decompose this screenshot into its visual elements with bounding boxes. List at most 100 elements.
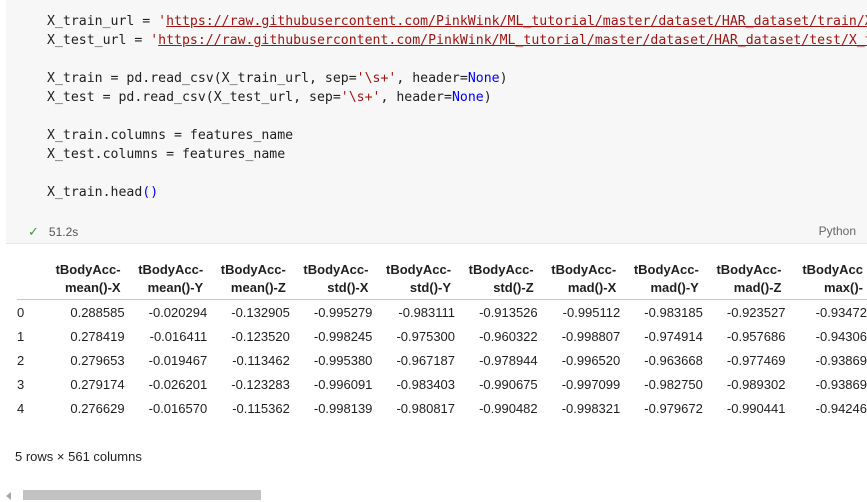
column-header-line: std()-X [327, 280, 369, 295]
table-cell: -0.998245 [313, 328, 373, 344]
code-token: X_train.columns = features_name [47, 128, 294, 143]
table-cell: -0.980817 [396, 400, 456, 416]
code-token: ) [483, 90, 492, 105]
table-cell: -0.990482 [479, 400, 538, 416]
scroll-left-icon[interactable] [6, 492, 11, 500]
column-header-line: mean()-Y [147, 280, 204, 295]
column-header: tBodyAcc-mad()-Y [620, 257, 703, 300]
code-token: None [467, 71, 500, 86]
column-header-line: mad()-Z [733, 280, 782, 295]
table-row: 0 0.288585 -0.020294 -0.132905 -0.995279 -0.9… [17, 300, 867, 325]
table-body: 0 0.288585 -0.020294 -0.132905 -0.995279 -0.9… [17, 300, 867, 421]
table-cell: -0.974914 [644, 328, 703, 344]
column-header: tBodyAcc-std()-Y [372, 257, 455, 300]
horizontal-scrollbar[interactable] [0, 488, 867, 502]
table-cell: -0.93869 [815, 352, 867, 368]
code-token: '\s+' [356, 71, 397, 86]
column-header: tBodyAcc max()- [785, 257, 867, 300]
table-cell: -0.960322 [479, 328, 538, 344]
column-header-line: tBodyAcc- [551, 262, 617, 277]
column-header: tBodyAcc-mean()-Z [207, 257, 290, 300]
table-cell: -0.967187 [396, 352, 456, 368]
column-header-line: tBodyAcc- [138, 262, 204, 277]
table-cell: -0.983403 [396, 376, 456, 392]
table-cell: -0.977469 [726, 352, 786, 368]
table-row: 4 0.276629 -0.016570 -0.115362 -0.998139 -0.9… [17, 396, 867, 420]
column-header-line: tBodyAcc- [468, 262, 534, 277]
table-cell: 0.279653 [70, 352, 125, 368]
table-cell: -0.990675 [479, 376, 538, 392]
code-token: () [142, 185, 159, 200]
row-index: 4 [17, 400, 25, 416]
table-cell: -0.995112 [562, 304, 621, 320]
table-cell: -0.996520 [561, 352, 621, 368]
column-header-line: std()-Z [493, 280, 534, 295]
column-header: tBodyAcc-mean()-Y [125, 257, 208, 300]
code-token: https://raw.githubusercontent.com/PinkWi… [158, 33, 867, 48]
code-token: None [451, 90, 484, 105]
table-cell: -0.019467 [148, 352, 208, 368]
table-cell: -0.923527 [726, 304, 786, 320]
table-cell: -0.995380 [313, 352, 373, 368]
table-cell: -0.123520 [231, 328, 290, 344]
code-line: X_train_url = 'https://raw.githubusercon… [47, 12, 867, 31]
code-token: X_train = pd.read_csv(X_train_url, sep= [47, 71, 357, 86]
table-cell: -0.989302 [726, 376, 786, 392]
table-cell: -0.016411 [149, 328, 208, 344]
column-header-line: tBodyAcc- [303, 262, 369, 277]
table-cell: -0.132905 [231, 304, 290, 320]
table-cell: -0.115362 [232, 400, 290, 416]
table-row: 2 0.279653 -0.019467 -0.113462 -0.995380 -0.9… [17, 348, 867, 372]
table-cell: 0.288585 [70, 304, 125, 320]
table-cell: -0.93472 [815, 304, 867, 320]
table-cell: -0.996091 [313, 376, 373, 392]
code-token: X_test.columns = features_name [47, 147, 286, 162]
table-cell: -0.93869 [815, 376, 867, 392]
code-editor[interactable]: X_train_url = 'https://raw.githubusercon… [47, 12, 867, 202]
code-token: ' [150, 33, 159, 48]
scrollbar-thumb[interactable] [23, 490, 261, 500]
table-cell: -0.913526 [479, 304, 538, 320]
column-header-line: std()-Y [409, 280, 452, 295]
code-token: '\s+' [340, 90, 381, 105]
column-header-line: mad()-X [567, 280, 617, 295]
check-icon: ✓ [28, 224, 39, 239]
column-header: tBodyAcc-std()-Z [455, 257, 538, 300]
table-cell: 0.279174 [70, 376, 125, 392]
table-cell: -0.982750 [644, 376, 703, 392]
row-index: 2 [17, 352, 25, 368]
table-cell: -0.998139 [313, 400, 373, 416]
code-line: X_test.columns = features_name [47, 145, 867, 164]
column-header: tBodyAcc-mean()-X [42, 257, 125, 300]
column-header: tBodyAcc-mad()-Z [703, 257, 786, 300]
column-header-line: mean()-Z [230, 280, 286, 295]
row-index: 3 [17, 376, 25, 392]
row-index: 0 [17, 304, 25, 320]
table-cell: 0.276629 [70, 400, 125, 416]
table-cell: -0.94306 [815, 328, 867, 344]
table-cell: -0.990441 [726, 400, 786, 416]
table-cell: -0.113462 [232, 352, 290, 368]
table-header-row: tBodyAcc-mean()-X tBodyAcc-mean()-Y tBodyA… [17, 257, 867, 300]
table-cell: -0.979672 [644, 400, 703, 416]
code-token: ) [499, 71, 508, 86]
table-cell: -0.123283 [231, 376, 290, 392]
cell-output: tBodyAcc-mean()-X tBodyAcc-mean()-Y tBodyA… [0, 243, 867, 502]
table-cell: -0.94246 [815, 400, 867, 416]
column-header-line: tBodyAcc- [716, 262, 782, 277]
table-cell: -0.995279 [313, 304, 373, 320]
column-header-line: tBodyAcc [802, 262, 863, 277]
dataframe-summary: 5 rows × 561 columns [15, 449, 142, 464]
table-cell: -0.975300 [396, 328, 456, 344]
execution-status: ✓ 51.2s [28, 224, 78, 240]
column-header-line: max()- [823, 280, 863, 295]
table-cell: -0.978944 [479, 352, 538, 368]
cell-language-label[interactable]: Python [819, 224, 856, 238]
code-cell[interactable]: X_train_url = 'https://raw.githubusercon… [6, 0, 867, 244]
code-token: , header= [396, 71, 468, 86]
code-line: X_test_url = 'https://raw.githubusercont… [47, 31, 867, 50]
row-index: 1 [17, 328, 25, 344]
